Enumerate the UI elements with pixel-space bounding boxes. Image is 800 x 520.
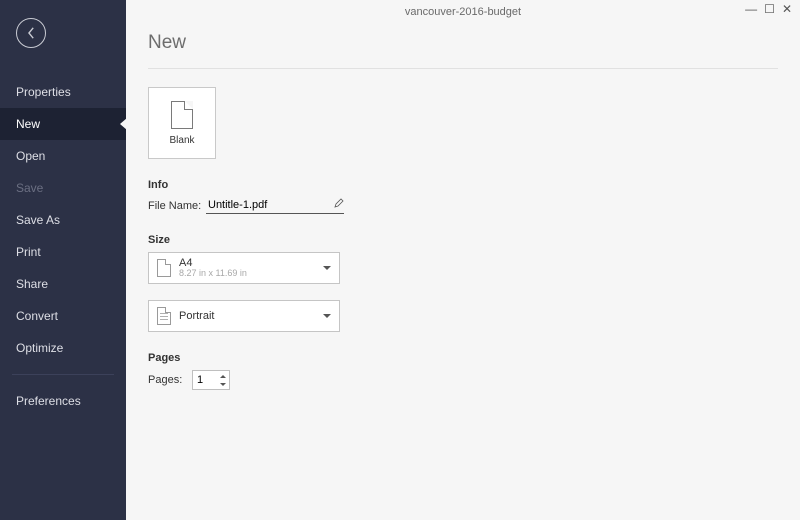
- filename-input[interactable]: [206, 197, 344, 214]
- pages-label: Pages:: [148, 374, 192, 386]
- paper-size-dropdown[interactable]: A4 8.27 in x 11.69 in: [148, 252, 340, 284]
- nav-list: Properties New Open Save Save As Print S…: [0, 76, 126, 417]
- orientation-value: Portrait: [179, 310, 214, 322]
- chevron-left-icon: [27, 27, 36, 39]
- nav-item-print[interactable]: Print: [0, 236, 126, 268]
- nav-item-open[interactable]: Open: [0, 140, 126, 172]
- filename-label: File Name:: [148, 200, 206, 212]
- main-panel: vancouver-2016-budget — ☐ ✕ New Blank In…: [126, 0, 800, 520]
- back-button[interactable]: [16, 18, 46, 48]
- sidebar: Properties New Open Save Save As Print S…: [0, 0, 126, 520]
- nav-item-save-as[interactable]: Save As: [0, 204, 126, 236]
- nav-separator: [12, 374, 114, 375]
- section-pages: Pages: [148, 352, 778, 364]
- section-info: Info: [148, 179, 778, 191]
- section-size: Size: [148, 234, 778, 246]
- chevron-down-icon: [323, 314, 331, 318]
- nav-item-optimize[interactable]: Optimize: [0, 332, 126, 364]
- nav-item-properties[interactable]: Properties: [0, 76, 126, 108]
- pages-stepper[interactable]: [192, 370, 230, 390]
- pages-increment[interactable]: [218, 372, 228, 380]
- minimize-button[interactable]: —: [745, 3, 757, 15]
- page-lines-icon: [157, 307, 171, 325]
- window-controls: — ☐ ✕: [745, 3, 792, 15]
- window-title: vancouver-2016-budget: [126, 0, 800, 18]
- maximize-button[interactable]: ☐: [764, 3, 775, 15]
- pages-decrement[interactable]: [218, 380, 228, 388]
- page-icon: [157, 259, 171, 277]
- nav-item-new[interactable]: New: [0, 108, 126, 140]
- filename-row: File Name:: [148, 197, 778, 214]
- page-title: New: [148, 32, 778, 54]
- nav-item-save: Save: [0, 172, 126, 204]
- document-icon: [171, 101, 193, 129]
- pages-input[interactable]: [193, 374, 217, 386]
- divider: [148, 68, 778, 69]
- chevron-down-icon: [323, 266, 331, 270]
- close-button[interactable]: ✕: [782, 3, 792, 15]
- pages-row: Pages:: [148, 370, 778, 390]
- template-label: Blank: [169, 135, 194, 146]
- edit-icon[interactable]: [334, 198, 344, 208]
- content-area: New Blank Info File Name: Size A4 8.27 i: [126, 18, 800, 390]
- orientation-dropdown[interactable]: Portrait: [148, 300, 340, 332]
- nav-item-preferences[interactable]: Preferences: [0, 385, 126, 417]
- app-window: Properties New Open Save Save As Print S…: [0, 0, 800, 520]
- nav-item-share[interactable]: Share: [0, 268, 126, 300]
- paper-size-dims: 8.27 in x 11.69 in: [179, 269, 247, 279]
- template-blank[interactable]: Blank: [148, 87, 216, 159]
- nav-item-convert[interactable]: Convert: [0, 300, 126, 332]
